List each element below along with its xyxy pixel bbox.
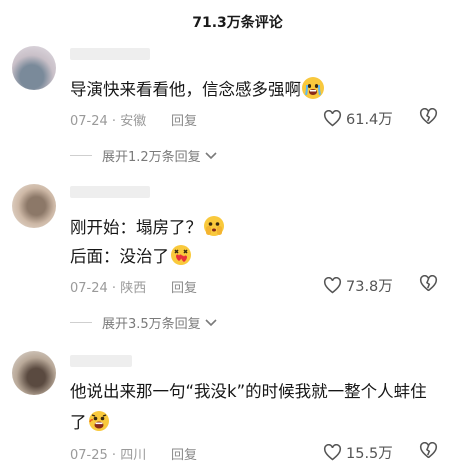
username-blurred[interactable]: [70, 186, 150, 198]
divider-dash: [70, 155, 92, 156]
dislike-button[interactable]: [419, 274, 438, 296]
peeking-face-emoji: [203, 215, 225, 237]
melting-heart-face-emoji: [170, 244, 192, 266]
comment-text: 导演快来看看他，信念感多强啊: [70, 77, 324, 101]
broken-heart-icon: [419, 441, 438, 459]
like-count: 73.8万: [346, 279, 393, 295]
avatar[interactable]: [12, 351, 56, 395]
crying-face-emoji: [302, 77, 324, 99]
comment-date: 07-25: [70, 448, 108, 463]
heart-icon: [323, 444, 342, 461]
dislike-button[interactable]: [419, 107, 438, 129]
expand-replies-button[interactable]: 展开1.2万条回复: [70, 146, 218, 165]
heart-icon: [323, 110, 342, 127]
comment-meta: 07-24 · 安徽: [70, 114, 147, 129]
comment-location: 四川: [120, 448, 147, 463]
reply-button[interactable]: 回复: [171, 277, 197, 296]
expand-replies-label: 展开1.2万条回复: [102, 150, 201, 165]
username-blurred[interactable]: [70, 48, 150, 60]
comment-date: 07-24: [70, 281, 108, 296]
expand-replies-button[interactable]: 展开3.5万条回复: [70, 313, 218, 332]
avatar[interactable]: [12, 184, 56, 228]
heart-icon: [323, 277, 342, 294]
comment-location: 陕西: [120, 281, 147, 296]
like-count: 15.5万: [346, 446, 393, 462]
chevron-down-icon: [205, 318, 217, 326]
comment-text-line: 他说出来那一句“我没k”的时候我就一整个人蚌住: [70, 382, 427, 401]
reply-button[interactable]: 回复: [171, 110, 197, 129]
reply-button[interactable]: 回复: [171, 444, 197, 463]
comment-meta: 07-24 · 陕西: [70, 281, 147, 296]
like-button[interactable]: 15.5万: [323, 442, 393, 463]
comment-text-line: 后面：没治了: [70, 244, 192, 268]
broken-heart-icon: [419, 274, 438, 292]
comment-meta: 07-25 · 四川: [70, 448, 147, 463]
divider-dash: [70, 322, 92, 323]
username-blurred[interactable]: [70, 355, 132, 367]
comment-text-line: 了: [70, 410, 110, 434]
comment-date: 07-24: [70, 114, 108, 129]
comments-count-title: 71.3万条评论: [192, 15, 283, 31]
expand-replies-label: 展开3.5万条回复: [102, 317, 201, 332]
chevron-down-icon: [205, 151, 217, 159]
broken-heart-icon: [419, 107, 438, 125]
shocked-face-emoji: [88, 410, 110, 432]
like-button[interactable]: 73.8万: [323, 275, 393, 296]
comment-text-line: 刚开始：塌房了？: [70, 215, 225, 239]
dislike-button[interactable]: [419, 441, 438, 463]
like-count: 61.4万: [346, 112, 393, 128]
like-button[interactable]: 61.4万: [323, 108, 393, 129]
comment-location: 安徽: [120, 114, 147, 129]
avatar[interactable]: [12, 46, 56, 90]
